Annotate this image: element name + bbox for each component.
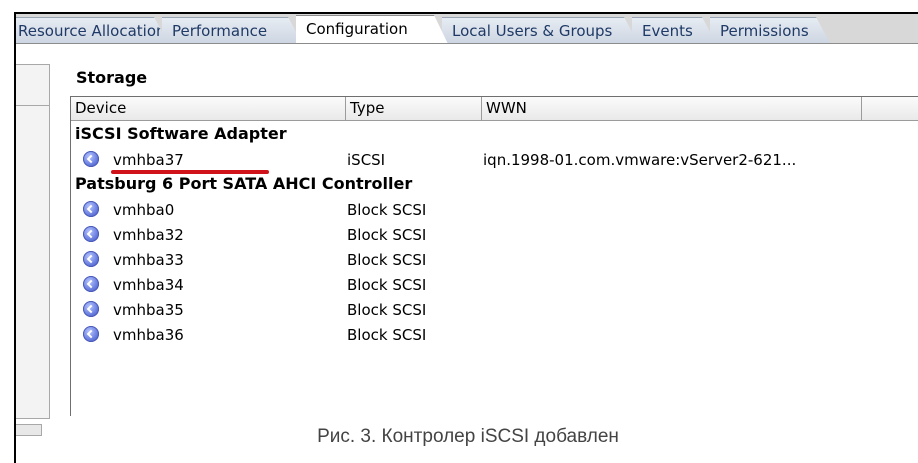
type-cell: iSCSI [347, 151, 386, 169]
device-cell: vmhba35 [113, 301, 184, 319]
group-iscsi-software-adapter: iSCSI Software Adapter [75, 124, 287, 143]
adapter-icon [83, 326, 99, 342]
device-cell: vmhba32 [113, 226, 184, 244]
left-gutter [16, 44, 52, 463]
adapter-icon [83, 276, 99, 292]
type-cell: Block SCSI [347, 201, 427, 219]
device-cell: vmhba0 [113, 201, 175, 219]
type-cell: Block SCSI [347, 226, 427, 244]
type-cell: Block SCSI [347, 251, 427, 269]
column-header-device[interactable]: Device [71, 97, 346, 120]
column-header-type[interactable]: Type [346, 97, 482, 120]
wwn-cell: iqn.1998-01.com.vmware:vServer2-621... [483, 151, 797, 169]
adapter-icon [83, 151, 99, 167]
tab-local-users-groups[interactable]: Local Users & Groups [442, 17, 638, 43]
column-header-wwn[interactable]: WWN [482, 97, 862, 120]
tab-events[interactable]: Events [632, 17, 716, 43]
column-header-extra[interactable] [862, 97, 918, 120]
type-cell: Block SCSI [347, 276, 427, 294]
type-cell: Block SCSI [347, 301, 427, 319]
table-row[interactable]: vmhba37 iSCSI iqn.1998-01.com.vmware:vSe… [71, 148, 911, 174]
table-row[interactable]: vmhba0 Block SCSI [71, 198, 911, 222]
nav-pane-divider [16, 105, 49, 106]
table-row[interactable]: vmhba32 Block SCSI [71, 223, 911, 247]
tab-performance[interactable]: Performance [162, 17, 302, 43]
device-cell: vmhba37 [113, 151, 184, 169]
tab-configuration[interactable]: Configuration [296, 15, 448, 44]
tab-permissions[interactable]: Permissions [710, 17, 830, 43]
adapter-icon [83, 226, 99, 242]
tab-strip: Resource Allocation Performance Configur… [16, 14, 918, 44]
hardware-nav-pane[interactable] [16, 64, 50, 419]
table-row[interactable]: vmhba36 Block SCSI [71, 323, 911, 347]
tab-resource-allocation[interactable]: Resource Allocation [16, 17, 168, 43]
storage-adapters-table: Device Type WWN iSCSI Software Adapter v… [70, 96, 918, 416]
group-patsburg-sata-controller: Patsburg 6 Port SATA AHCI Controller [75, 174, 413, 193]
adapter-icon [83, 251, 99, 267]
device-cell: vmhba33 [113, 251, 184, 269]
storage-section-title: Storage [76, 68, 148, 87]
type-cell: Block SCSI [347, 326, 427, 344]
table-header: Device Type WWN [71, 97, 918, 121]
device-cell: vmhba36 [113, 326, 184, 344]
device-cell: vmhba34 [113, 276, 184, 294]
table-row[interactable]: vmhba35 Block SCSI [71, 298, 911, 322]
vsphere-panel: Resource Allocation Performance Configur… [14, 12, 918, 463]
figure-caption: Рис. 3. Контролер iSCSI добавлен [317, 426, 619, 447]
adapter-icon [83, 301, 99, 317]
table-row[interactable]: vmhba33 Block SCSI [71, 248, 911, 272]
adapter-icon [83, 201, 99, 217]
table-row[interactable]: vmhba34 Block SCSI [71, 273, 911, 297]
